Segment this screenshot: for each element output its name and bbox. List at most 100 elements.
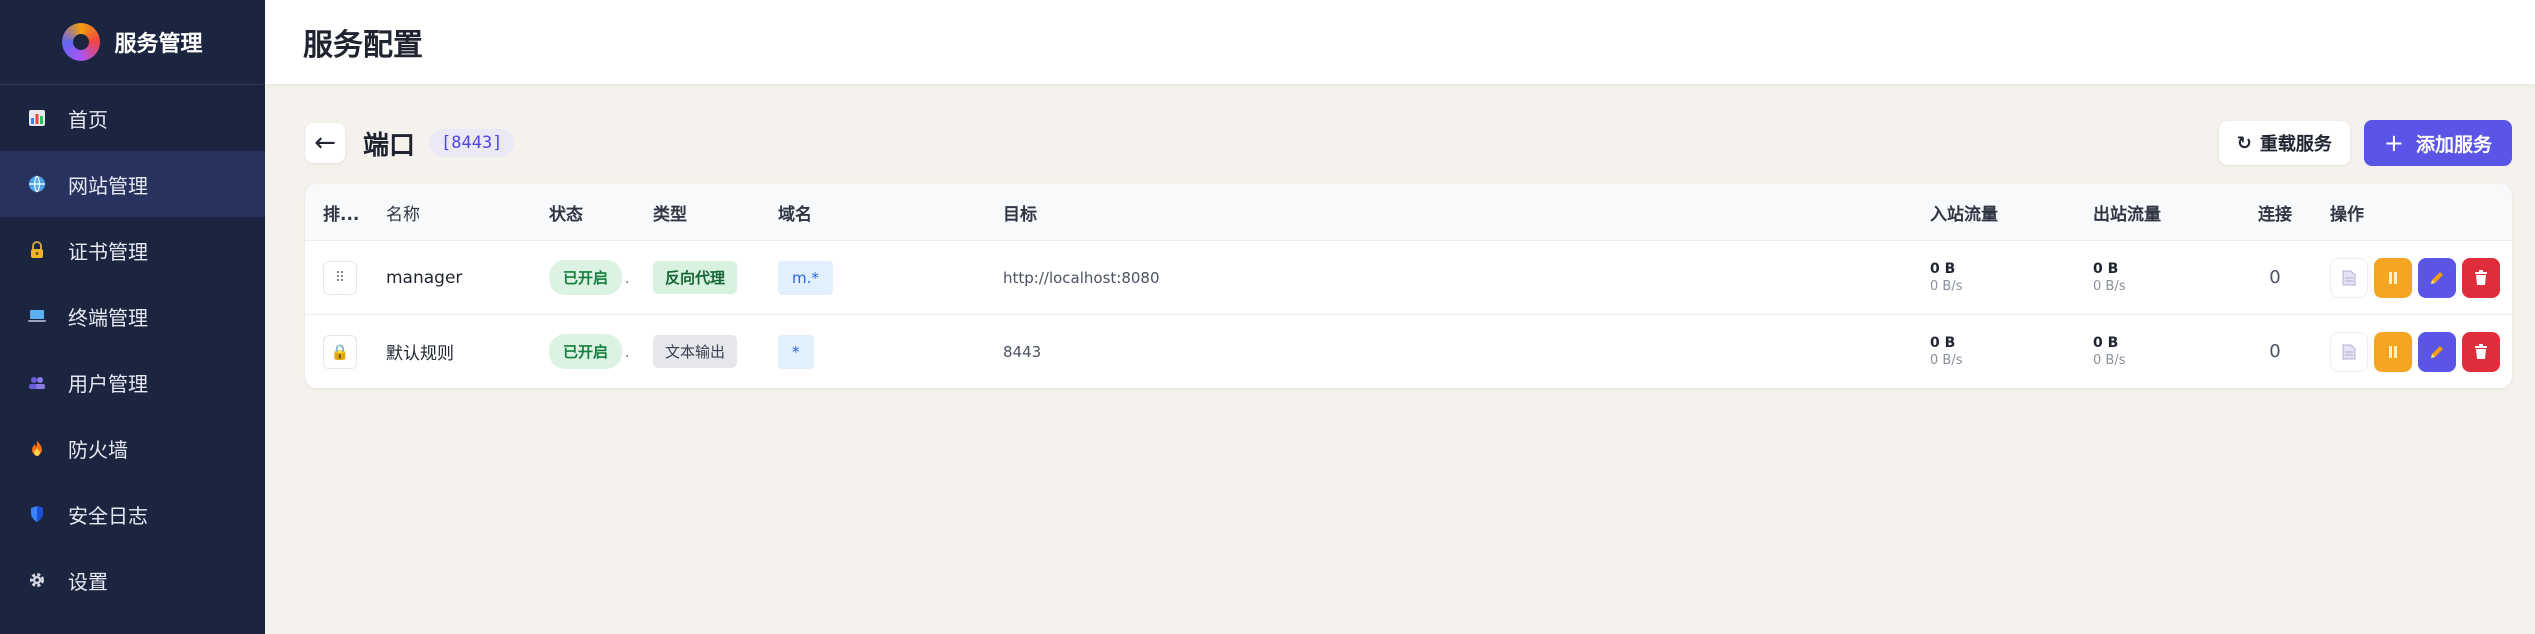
sidebar-item-label: 防火墙 — [68, 437, 128, 462]
row-actions — [2330, 257, 2512, 298]
table-header: 排... 名称 状态 类型 域名 目标 入站流量 出站流量 连接 操作 — [305, 184, 2512, 241]
sidebar-item-label: 终端管理 — [68, 305, 148, 330]
sidebar-item-terminals[interactable]: 终端管理 — [0, 283, 265, 349]
outbound-total: 0 B — [2093, 335, 2119, 351]
pause-icon — [2389, 345, 2397, 358]
refresh-icon: ↻ — [2236, 132, 2252, 154]
sidebar-item-label: 证书管理 — [68, 239, 148, 264]
globe-icon — [26, 173, 48, 195]
target-value: http://localhost:8080 — [1003, 268, 1160, 287]
type-badge: 反向代理 — [653, 261, 738, 294]
type-badge: 文本输出 — [653, 335, 738, 368]
add-service-label: 添加服务 — [2415, 133, 2492, 156]
service-name: 默认规则 — [386, 344, 454, 364]
sidebar-item-firewall[interactable]: 防火墙 — [0, 415, 265, 481]
service-name: manager — [386, 267, 463, 288]
page-title: 服务配置 — [303, 28, 423, 63]
sidebar-item-security-log[interactable]: 安全日志 — [0, 481, 265, 547]
domain-tag: m.* — [778, 260, 833, 295]
pause-button[interactable] — [2374, 257, 2412, 298]
column-header-status: 状态 — [549, 204, 583, 225]
port-title: 端口 — [363, 130, 416, 161]
drag-handle-icon[interactable]: ⠿ — [323, 260, 357, 295]
table-row: 🔒 默认规则 已开启. 文本输出 * 8443 0 B 0 B/s 0 B 0 … — [305, 315, 2512, 388]
brand: 服务管理 — [0, 0, 265, 85]
column-header-target: 目标 — [1003, 204, 1037, 225]
column-header-sort[interactable]: 排... — [305, 200, 368, 225]
sidebar-item-users[interactable]: 用户管理 — [0, 349, 265, 415]
status-badge[interactable]: 已开启 — [549, 334, 623, 369]
domain-tag: * — [778, 334, 814, 369]
connection-count: 0 — [2269, 267, 2281, 288]
users-icon — [26, 371, 48, 393]
outbound-rate: 0 B/s — [2093, 279, 2126, 294]
lock-icon: 🔒 — [323, 334, 357, 369]
inbound-rate: 0 B/s — [1930, 353, 1963, 368]
fire-icon — [26, 437, 48, 459]
column-header-outbound: 出站流量 — [2093, 204, 2161, 225]
status-overflow: . — [625, 271, 630, 287]
pencil-icon — [2431, 271, 2443, 284]
brand-title: 服务管理 — [114, 32, 203, 57]
page-header: 服务配置 — [265, 0, 2535, 84]
back-button[interactable]: ← — [305, 123, 345, 163]
trash-icon — [2475, 269, 2487, 285]
view-config-button[interactable] — [2330, 257, 2368, 298]
reload-service-label: 重载服务 — [2259, 134, 2332, 155]
column-header-type: 类型 — [653, 204, 687, 225]
document-icon — [2342, 344, 2356, 359]
laptop-icon — [26, 305, 48, 327]
sidebar-item-label: 设置 — [68, 569, 108, 594]
inbound-total: 0 B — [1930, 261, 1956, 277]
gear-icon — [26, 569, 48, 591]
connection-count: 0 — [2269, 341, 2281, 362]
inbound-traffic: 0 B 0 B/s — [1912, 261, 2075, 294]
toolbar: ← 端口 [8443] ↻ 重载服务 + 添加服务 — [305, 120, 2512, 166]
port-badge: [8443] — [429, 129, 515, 157]
outbound-rate: 0 B/s — [2093, 353, 2126, 368]
sidebar-item-websites[interactable]: 网站管理 — [0, 151, 265, 217]
column-header-name: 名称 — [386, 204, 420, 225]
reload-service-button[interactable]: ↻ 重载服务 — [2218, 121, 2350, 165]
shield-icon — [26, 503, 48, 525]
sidebar-item-label: 首页 — [68, 107, 108, 132]
outbound-traffic: 0 B 0 B/s — [2075, 335, 2238, 368]
add-service-button[interactable]: + 添加服务 — [2363, 120, 2512, 166]
pause-button[interactable] — [2374, 331, 2412, 372]
edit-button[interactable] — [2418, 331, 2456, 372]
services-table: 排... 名称 状态 类型 域名 目标 入站流量 出站流量 连接 操作 ⠿ ma… — [305, 184, 2512, 388]
column-header-domain: 域名 — [778, 204, 812, 225]
inbound-traffic: 0 B 0 B/s — [1912, 335, 2075, 368]
inbound-rate: 0 B/s — [1930, 279, 1963, 294]
sidebar-item-label: 用户管理 — [68, 371, 148, 396]
sidebar-item-home[interactable]: 首页 — [0, 85, 265, 151]
sidebar-item-label: 安全日志 — [68, 503, 148, 528]
row-actions — [2330, 331, 2512, 372]
chart-icon — [26, 107, 48, 129]
plus-icon: + — [2383, 129, 2404, 157]
inbound-total: 0 B — [1930, 335, 1956, 351]
target-value: 8443 — [1003, 342, 1042, 361]
delete-button[interactable] — [2462, 331, 2500, 372]
sidebar-item-settings[interactable]: 设置 — [0, 547, 265, 613]
sidebar-nav: 首页 网站管理 证书管理 终端管理 用户管理 防火墙 安全日志 设置 — [0, 85, 265, 613]
pause-icon — [2389, 271, 2397, 284]
status-badge[interactable]: 已开启 — [549, 260, 623, 295]
status-overflow: . — [625, 345, 630, 361]
column-header-connections: 连接 — [2258, 204, 2292, 225]
edit-button[interactable] — [2418, 257, 2456, 298]
document-icon — [2342, 270, 2356, 285]
outbound-total: 0 B — [2093, 261, 2119, 277]
delete-button[interactable] — [2462, 257, 2500, 298]
table-row: ⠿ manager 已开启. 反向代理 m.* http://localhost… — [305, 241, 2512, 315]
trash-icon — [2475, 343, 2487, 359]
sidebar-item-label: 网站管理 — [68, 173, 148, 198]
column-header-inbound: 入站流量 — [1930, 204, 1998, 225]
lock-icon — [26, 239, 48, 261]
main-content: ← 端口 [8443] ↻ 重载服务 + 添加服务 排... 名称 状态 类型 … — [305, 120, 2512, 388]
column-header-actions: 操作 — [2330, 204, 2364, 225]
sidebar-item-certificates[interactable]: 证书管理 — [0, 217, 265, 283]
outbound-traffic: 0 B 0 B/s — [2075, 261, 2238, 294]
view-config-button[interactable] — [2330, 331, 2368, 372]
logo-icon — [62, 23, 101, 61]
